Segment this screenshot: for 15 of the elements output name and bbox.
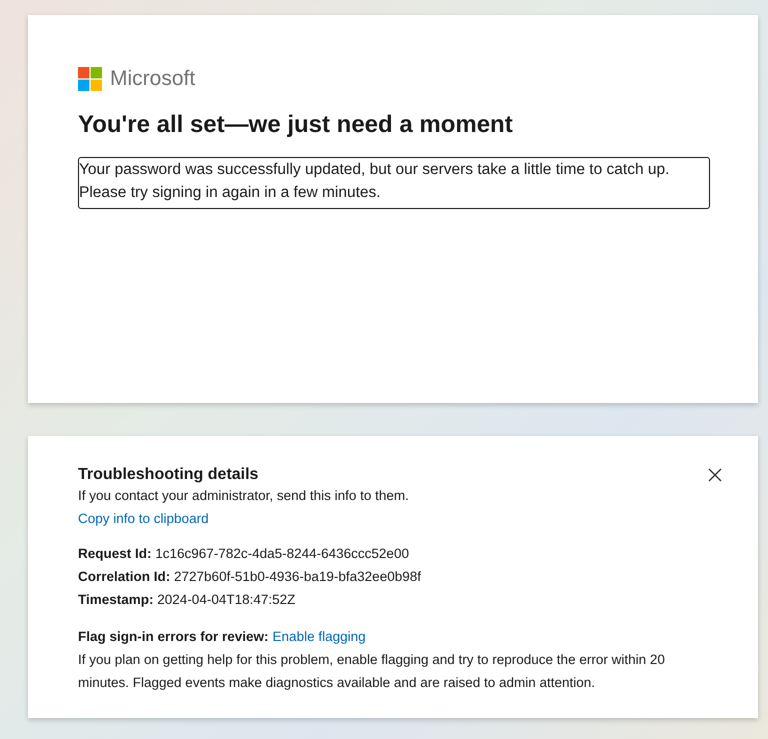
brand-name: Microsoft: [110, 67, 196, 91]
close-icon: [708, 468, 722, 482]
flag-note: If you plan on getting help for this problem, enable flagging and try to reproduce the error within 20 minutes. Flagged events make diagnostics available and are raised to admin attention.: [78, 651, 666, 692]
enable-flagging-link[interactable]: Enable flagging: [272, 625, 366, 648]
details-intro: If you contact your administrator, send this info to them.: [78, 487, 410, 505]
copy-link[interactable]: Copy info to clipboard: [78, 507, 209, 530]
page-heading: You're all set—we just need a moment: [78, 111, 514, 139]
detail-field: Correlation Id: 2727b60f-51b0-4936-ba19-bfa32ee0b98f: [78, 565, 724, 588]
detail-field: Timestamp: 2024-04-04T18:47:52Z: [78, 588, 724, 611]
flag-label: Flag sign-in errors for review:: [78, 628, 269, 646]
close-button[interactable]: [706, 466, 724, 484]
status-message: Your password was successfully updated, but our servers take a little time to catch up. Please try signing in again in a few minutes.: [78, 157, 710, 209]
four-squares-logo-icon: [78, 67, 102, 91]
detail-field: Request Id: 1c16c967-782c-4da5-8244-6436ccc52e00: [78, 542, 724, 565]
details-title: Troubleshooting details: [78, 466, 258, 484]
